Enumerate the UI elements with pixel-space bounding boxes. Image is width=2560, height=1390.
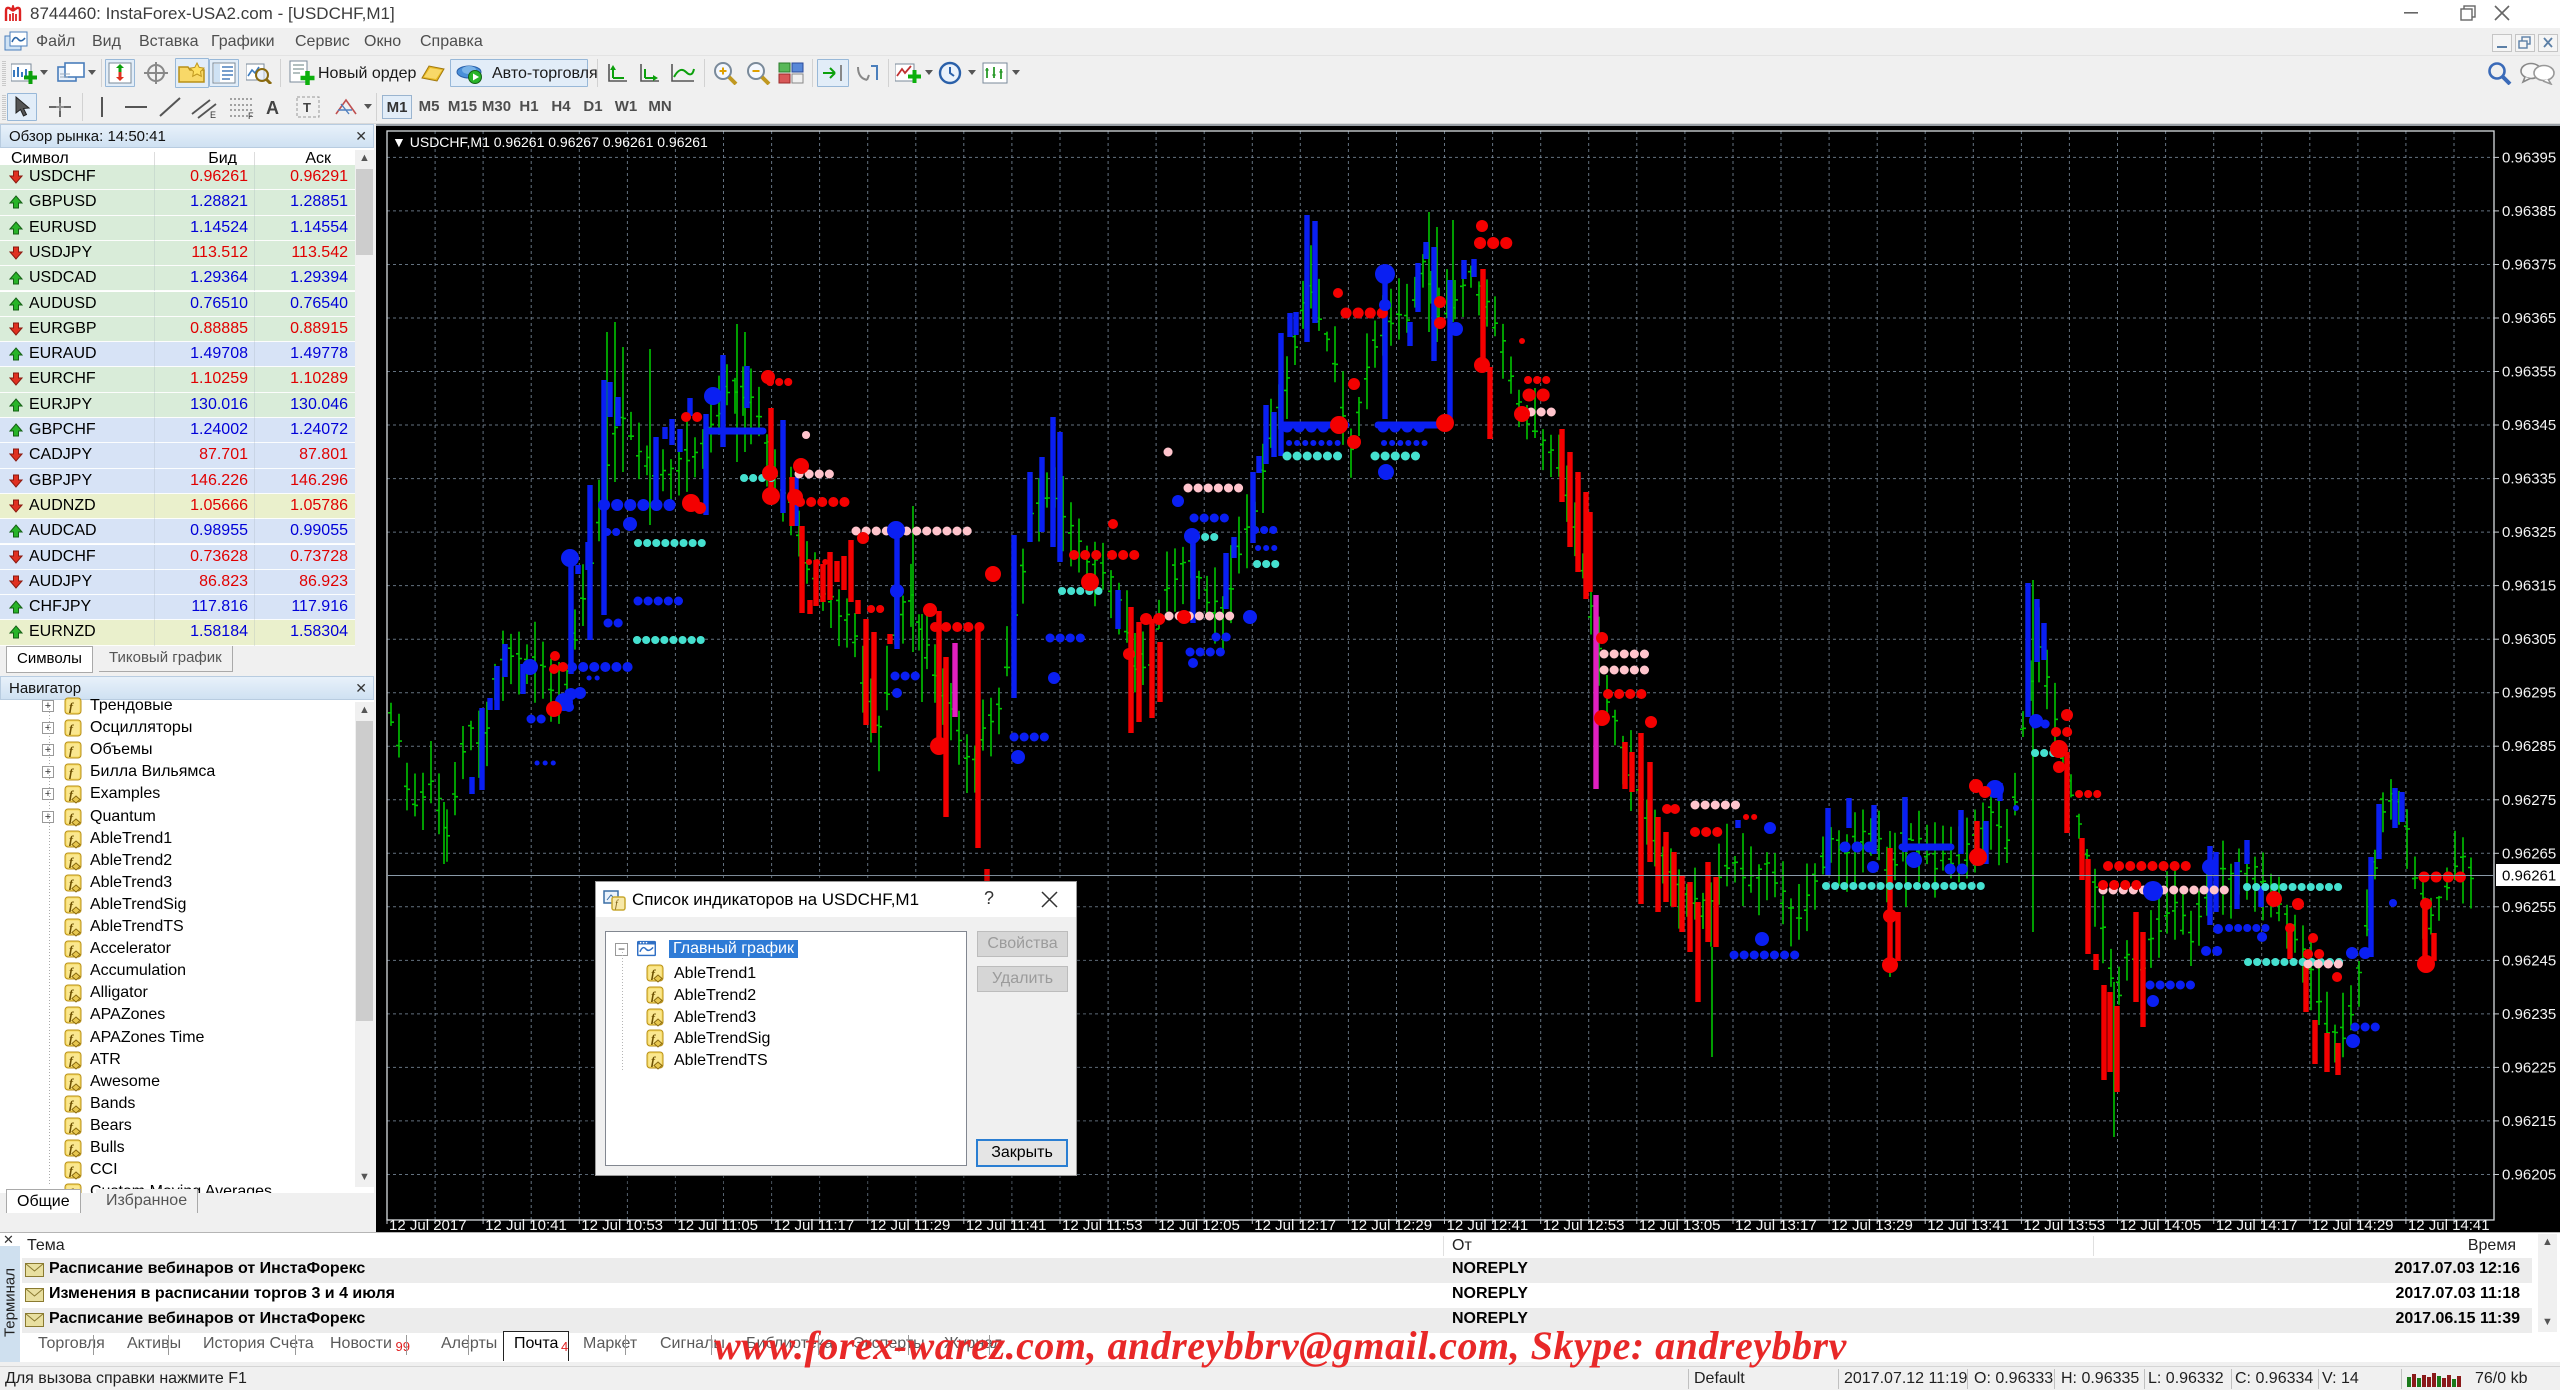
svg-text:0.96215: 0.96215 bbox=[2502, 1113, 2556, 1130]
svg-text:0.96355: 0.96355 bbox=[2502, 364, 2556, 381]
svg-text:0.96315: 0.96315 bbox=[2502, 578, 2556, 595]
svg-text:0.96345: 0.96345 bbox=[2502, 417, 2556, 434]
svg-text:0.96205: 0.96205 bbox=[2502, 1167, 2556, 1184]
svg-text:0.96295: 0.96295 bbox=[2502, 685, 2556, 702]
svg-text:0.96235: 0.96235 bbox=[2502, 1006, 2556, 1023]
svg-text:0.96325: 0.96325 bbox=[2502, 524, 2556, 541]
svg-text:0.96395: 0.96395 bbox=[2502, 149, 2556, 166]
svg-text:E: E bbox=[210, 110, 216, 120]
svg-text:0.96305: 0.96305 bbox=[2502, 631, 2556, 648]
svg-text:0.96285: 0.96285 bbox=[2502, 738, 2556, 755]
svg-text:0.96385: 0.96385 bbox=[2502, 203, 2556, 220]
svg-text:0.96255: 0.96255 bbox=[2502, 899, 2556, 916]
svg-text:0.96225: 0.96225 bbox=[2502, 1059, 2556, 1076]
svg-text:0.96245: 0.96245 bbox=[2502, 952, 2556, 969]
svg-text:0.96261: 0.96261 bbox=[2502, 868, 2556, 885]
svg-text:F: F bbox=[248, 111, 254, 120]
svg-text:0.96335: 0.96335 bbox=[2502, 471, 2556, 488]
svg-text:T: T bbox=[303, 100, 311, 115]
svg-text:0.96365: 0.96365 bbox=[2502, 310, 2556, 327]
svg-text:0.96375: 0.96375 bbox=[2502, 257, 2556, 274]
svg-text:0.96275: 0.96275 bbox=[2502, 792, 2556, 809]
svg-text:0.96265: 0.96265 bbox=[2502, 845, 2556, 862]
svg-text:▼ USDCHF,M1 0.96261 0.96267 0.: ▼ USDCHF,M1 0.96261 0.96267 0.96261 0.96… bbox=[392, 134, 708, 150]
